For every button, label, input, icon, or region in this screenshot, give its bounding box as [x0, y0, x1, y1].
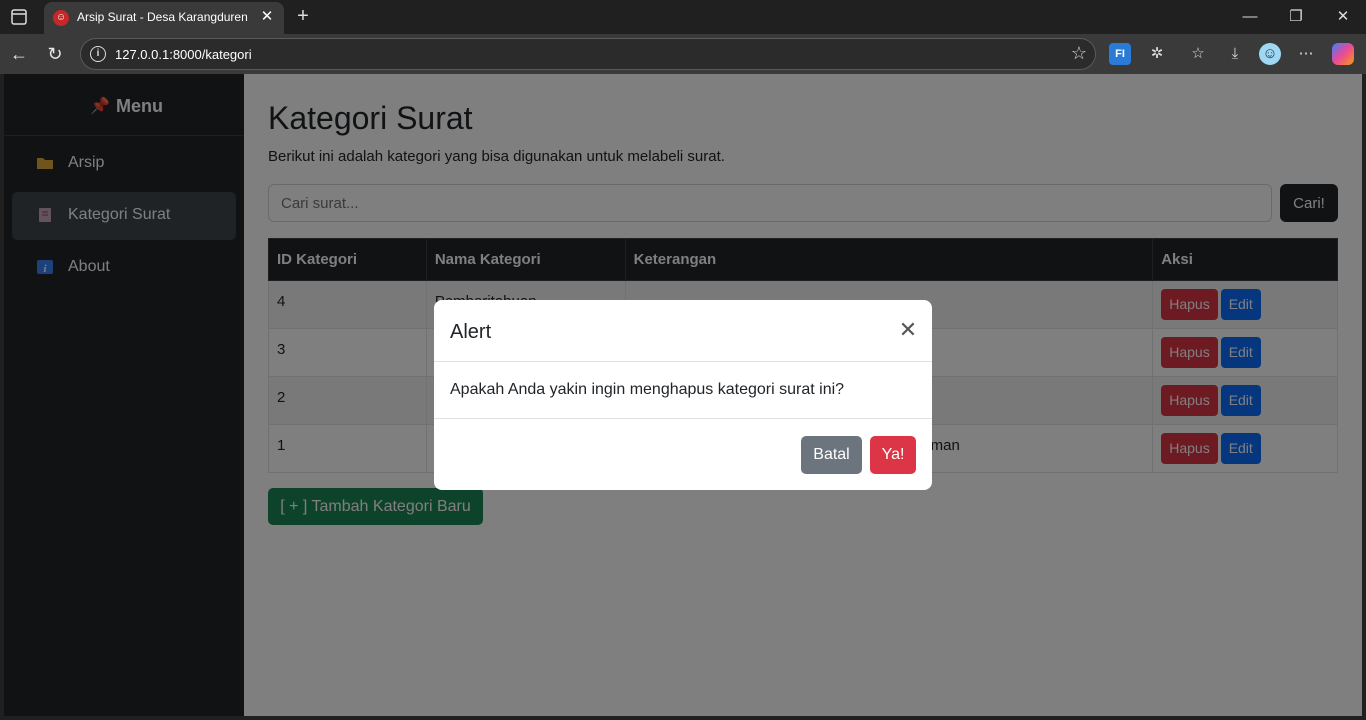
site-favicon-icon: ☺	[53, 10, 69, 26]
site-info-icon[interactable]: i	[90, 46, 106, 62]
favorites-icon[interactable]: ☆	[1187, 43, 1209, 65]
close-icon[interactable]: ✕	[896, 318, 920, 342]
modal-body: Apakah Anda yakin ingin menghapus katego…	[434, 362, 932, 419]
favorite-star-icon[interactable]: ☆	[1071, 43, 1087, 64]
restore-icon[interactable]: ❐	[1284, 6, 1308, 28]
address-bar[interactable]: i 127.0.0.1:8000/kategori ☆	[80, 38, 1096, 70]
modal-title: Alert	[450, 321, 492, 343]
back-icon[interactable]: ←	[8, 43, 30, 65]
confirm-button[interactable]: Ya!	[870, 436, 916, 474]
modal-message: Apakah Anda yakin ingin menghapus katego…	[450, 381, 845, 398]
page-viewport: 📌 Menu Arsip Kategori Surat i About Kate…	[4, 74, 1362, 716]
close-tab-icon[interactable]: ✕	[258, 8, 276, 26]
new-tab-icon[interactable]: +	[292, 5, 314, 27]
tab-actions-icon[interactable]	[10, 8, 28, 26]
browser-tab[interactable]: ☺ Arsip Surat - Desa Karangduren ✕	[44, 2, 284, 34]
downloads-icon[interactable]: ⤓	[1224, 43, 1246, 65]
more-options-icon[interactable]: ⋯	[1295, 43, 1317, 65]
cancel-button[interactable]: Batal	[801, 436, 862, 474]
tab-title: Arsip Surat - Desa Karangduren	[77, 10, 248, 24]
browser-tab-bar: ☺ Arsip Surat - Desa Karangduren ✕ + — ❐…	[0, 0, 1366, 34]
close-window-icon[interactable]: ✕	[1331, 6, 1355, 28]
copilot-icon[interactable]	[1332, 43, 1354, 65]
extensions-puzzle-icon[interactable]: ✲	[1146, 43, 1168, 65]
profile-icon[interactable]: ☺	[1259, 43, 1281, 65]
minimize-icon[interactable]: —	[1238, 6, 1262, 28]
modal-header: Alert ✕	[434, 300, 932, 362]
url-text: 127.0.0.1:8000/kategori	[115, 47, 252, 62]
browser-toolbar: ← ↻ i 127.0.0.1:8000/kategori ☆ FI ✲ ☆ ⤓…	[0, 34, 1366, 74]
extension-icon[interactable]: FI	[1109, 43, 1131, 65]
alert-modal: Alert ✕ Apakah Anda yakin ingin menghapu…	[434, 300, 932, 490]
reload-icon[interactable]: ↻	[44, 43, 66, 65]
